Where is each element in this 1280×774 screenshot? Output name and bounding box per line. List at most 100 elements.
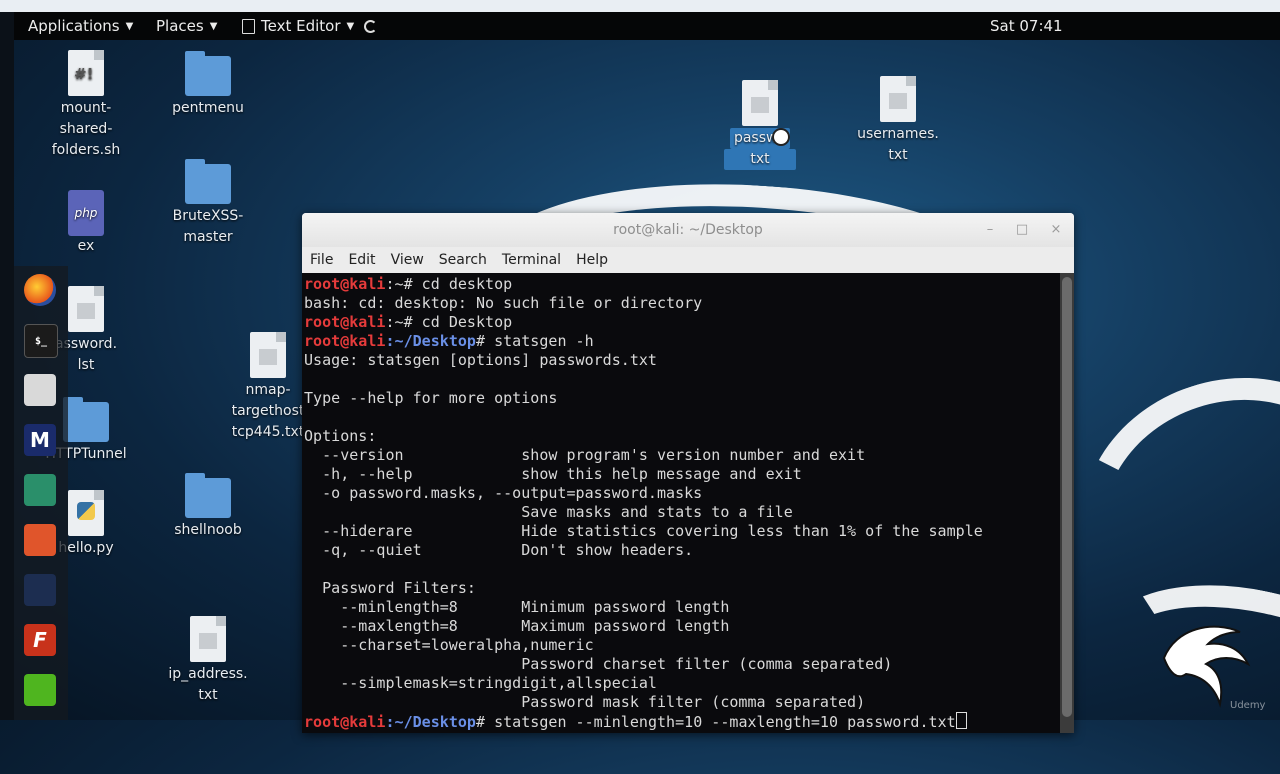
terminal-line: :~# cd Desktop [385,313,513,331]
scrollbar-thumb[interactable] [1062,277,1072,717]
icon-label: folders.sh [51,142,121,158]
text-editor-label: Text Editor [261,17,341,35]
folder-icon [63,397,109,442]
php-file-icon: php [68,190,104,236]
folder-icon [185,159,231,204]
terminal-window: root@kali: ~/Desktop – □ × File Edit Vie… [302,213,1074,733]
terminal-line: -h, --help show this help message and ex… [304,465,802,483]
applications-menu[interactable]: Applications ▼ [28,17,133,35]
icon-label: BruteXSS- [172,208,244,224]
desktop-icon-mount-shared-folders[interactable]: #! mount- shared- folders.sh [38,50,134,161]
terminal-line: Type --help for more options [304,389,558,407]
menu-terminal[interactable]: Terminal [494,252,568,268]
chevron-down-icon: ▼ [125,20,134,32]
terminal-line: :~# cd desktop [385,275,513,293]
terminal-line: Options: [304,427,377,445]
applications-label: Applications [28,17,120,35]
desktop-icon-brutexss-master[interactable]: BruteXSS- master [160,159,256,248]
terminal-output[interactable]: root@kali:~# cd desktop bash: cd: deskto… [302,273,1074,733]
menu-view[interactable]: View [383,252,431,268]
text-file-icon [742,80,778,126]
metasploit-icon[interactable]: M [24,424,56,456]
mouse-cursor-icon [772,128,790,146]
python-file-icon [68,490,104,536]
desktop-icon-ip-address[interactable]: ip_address. txt [160,616,256,706]
terminal-line: Password Filters: [304,579,476,597]
text-file-icon [190,616,226,662]
terminal-line: --version show program's version number … [304,446,866,464]
text-editor-menu[interactable]: Text Editor ▼ [242,17,378,35]
terminal-scrollbar[interactable] [1060,273,1074,733]
prompt-user: root@kali [304,332,386,350]
armitage-icon[interactable] [24,474,56,506]
folder-icon [185,51,231,96]
desktop-icon-passwords-txt[interactable]: passwo txt [712,80,808,170]
icon-label: pentmenu [172,100,244,116]
terminal-line: --simplemask=stringdigit,allspecial [304,674,657,692]
terminal-line: # statsgen --minlength=10 --maxlength=10… [475,713,956,731]
notes-icon[interactable] [24,674,56,706]
desktop-icon-pentmenu[interactable]: pentmenu [160,51,256,119]
places-menu[interactable]: Places ▼ [156,17,217,35]
text-file-icon [880,76,916,122]
prompt-user: root@kali [304,313,386,331]
icon-label: txt [724,149,796,170]
prompt-path: :~/Desktop [385,713,476,731]
terminal-menubar: File Edit View Search Terminal Help [302,247,1074,274]
menu-search[interactable]: Search [431,252,494,268]
kali-dragon-logo-icon [1162,625,1251,708]
maximize-icon[interactable]: □ [1012,213,1032,247]
icon-label: txt [888,147,908,163]
chevron-down-icon: ▼ [209,20,218,32]
terminal-titlebar[interactable]: root@kali: ~/Desktop [302,213,1074,247]
desktop-icon-usernames-txt[interactable]: usernames. txt [850,76,946,166]
left-edge [0,12,14,720]
window-title: root@kali: ~/Desktop [613,222,763,238]
terminal-line: -o password.masks, --output=password.mas… [304,484,703,502]
dock: $_ M F [14,266,68,720]
busy-spinner-icon [364,19,378,33]
terminal-line: Usage: statsgen [options] passwords.txt [304,351,657,369]
udemy-watermark: Udemy [1230,700,1266,711]
faraday-icon[interactable]: F [24,624,56,656]
terminal-line: Save masks and stats to a file [304,503,793,521]
desktop-icon-ex[interactable]: php ex [38,190,134,257]
file-manager-icon[interactable] [24,374,56,406]
close-icon[interactable]: × [1046,213,1066,247]
terminal-line: bash: cd: desktop: No such file or direc… [304,294,703,312]
notepad-icon [242,18,255,34]
terminal-line: Password mask filter (comma separated) [304,693,866,711]
terminal-line: --maxlength=8 Maximum password length [304,617,730,635]
icon-label: shellnoob [174,522,242,538]
icon-label: txt [198,687,218,703]
icon-label: shared- [59,121,113,137]
terminal-line: -q, --quiet Don't show headers. [304,541,694,559]
chevron-down-icon: ▼ [346,20,355,32]
menu-file[interactable]: File [302,252,340,268]
icon-label: mount- [60,100,112,116]
prompt-user: root@kali [304,713,386,731]
firefox-icon[interactable] [24,274,56,306]
script-file-icon: #! [68,50,104,96]
desktop-icon-shellnoob[interactable]: shellnoob [160,473,256,541]
text-cursor [955,712,967,729]
icon-label: usernames. [857,126,939,142]
top-panel: Applications ▼ Places ▼ Text Editor ▼ Sa… [14,12,1280,40]
text-file-icon [68,286,104,332]
menu-edit[interactable]: Edit [340,252,382,268]
prompt-user: root@kali [304,275,386,293]
text-file-icon [250,332,286,378]
menu-help[interactable]: Help [568,252,615,268]
clock-label: Sat 07:41 [990,17,1063,35]
terminal-line: Password charset filter (comma separated… [304,655,893,673]
minimize-icon[interactable]: – [980,213,1000,247]
terminal-line: # statsgen -h [475,332,594,350]
maltego-icon[interactable] [24,574,56,606]
places-label: Places [156,17,204,35]
clock[interactable]: Sat 07:41 [990,17,1063,35]
terminal-icon[interactable]: $_ [24,324,58,358]
terminal-line: --charset=loweralpha,numeric [304,636,594,654]
burpsuite-icon[interactable] [24,524,56,556]
icon-label: ex [77,238,95,254]
icon-label: master [183,229,233,245]
